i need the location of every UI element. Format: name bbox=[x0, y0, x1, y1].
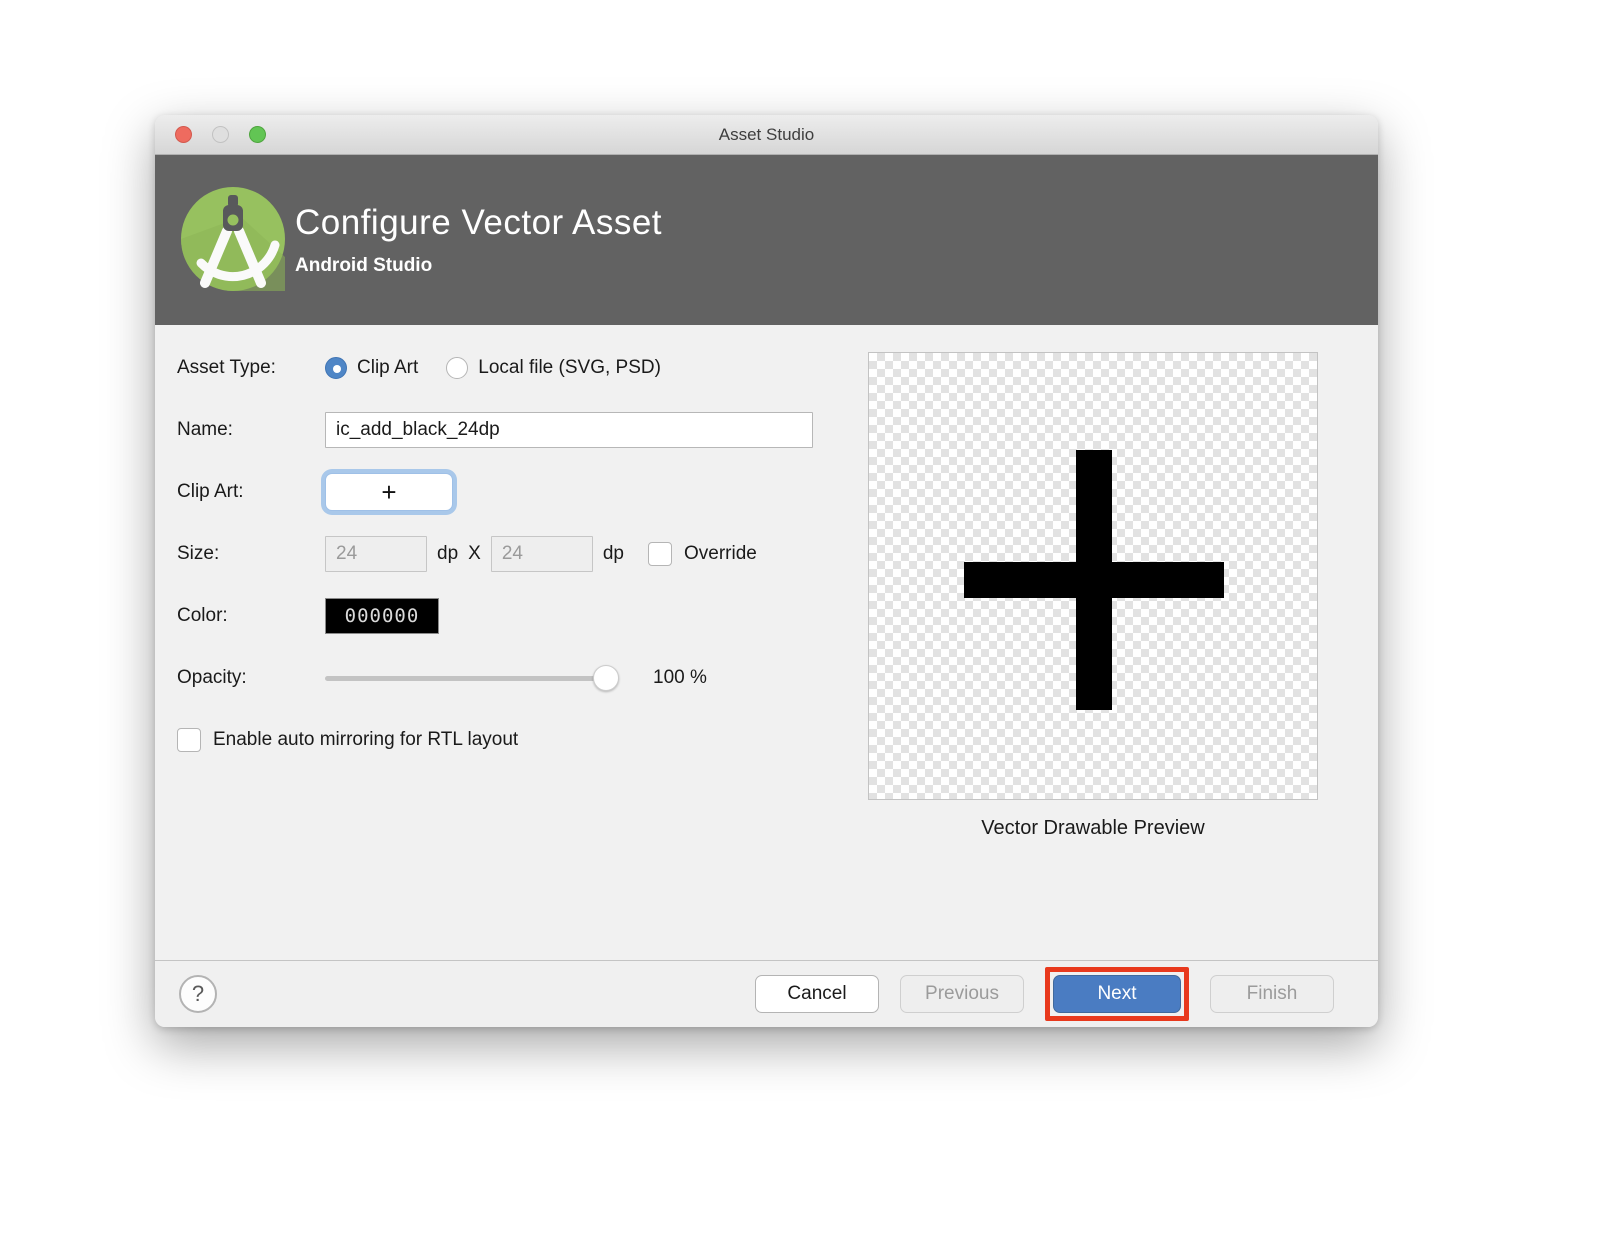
override-label: Override bbox=[684, 543, 757, 565]
name-input[interactable] bbox=[325, 412, 813, 448]
dialog-footer: ? Cancel Previous Next Finish bbox=[155, 960, 1378, 1027]
previous-button: Previous bbox=[900, 975, 1024, 1013]
window-title: Asset Studio bbox=[155, 125, 1378, 145]
size-width-input bbox=[325, 536, 427, 572]
color-swatch-button[interactable]: 000000 bbox=[325, 598, 439, 634]
name-row: Name: bbox=[177, 411, 857, 449]
asset-type-label: Asset Type: bbox=[177, 357, 325, 379]
rtl-checkbox[interactable] bbox=[177, 728, 201, 752]
dialog-title: Configure Vector Asset bbox=[295, 203, 662, 243]
finish-button: Finish bbox=[1210, 975, 1334, 1013]
question-mark-icon: ? bbox=[192, 981, 204, 1006]
preview-add-icon bbox=[869, 353, 1317, 799]
rtl-checkbox-label: Enable auto mirroring for RTL layout bbox=[213, 729, 518, 751]
size-label: Size: bbox=[177, 543, 325, 565]
size-separator: X bbox=[468, 543, 481, 565]
preview-caption: Vector Drawable Preview bbox=[868, 817, 1318, 840]
radio-local-file-label: Local file (SVG, PSD) bbox=[478, 357, 661, 379]
opacity-row: Opacity: 100 % bbox=[177, 659, 857, 697]
name-label: Name: bbox=[177, 419, 325, 441]
help-button[interactable]: ? bbox=[179, 975, 217, 1013]
wizard-header: Configure Vector Asset Android Studio bbox=[155, 155, 1378, 325]
color-label: Color: bbox=[177, 605, 325, 627]
size-row: Size: dp X dp Override bbox=[177, 535, 857, 573]
asset-type-row: Asset Type: Clip Art Local file (SVG, PS… bbox=[177, 349, 857, 387]
rtl-row: Enable auto mirroring for RTL layout bbox=[177, 721, 857, 759]
override-checkbox[interactable] bbox=[648, 542, 672, 566]
next-button[interactable]: Next bbox=[1053, 975, 1181, 1013]
dialog-content: Asset Type: Clip Art Local file (SVG, PS… bbox=[155, 325, 1378, 960]
radio-selected-icon[interactable] bbox=[325, 357, 347, 379]
android-studio-logo-icon bbox=[181, 187, 285, 291]
size-height-unit: dp bbox=[603, 543, 624, 565]
vector-preview-panel bbox=[868, 352, 1318, 800]
size-height-input bbox=[491, 536, 593, 572]
asset-studio-dialog: Asset Studio Configure Vector Asset Andr… bbox=[155, 115, 1378, 1027]
radio-unselected-icon[interactable] bbox=[446, 357, 468, 379]
clip-art-picker-button[interactable]: + bbox=[325, 473, 453, 511]
slider-thumb[interactable] bbox=[593, 665, 619, 691]
cancel-button[interactable]: Cancel bbox=[755, 975, 879, 1013]
opacity-label: Opacity: bbox=[177, 667, 325, 689]
slider-track[interactable] bbox=[325, 676, 617, 681]
plus-icon: + bbox=[381, 477, 396, 507]
opacity-slider[interactable] bbox=[325, 665, 617, 691]
radio-local-file[interactable]: Local file (SVG, PSD) bbox=[446, 357, 661, 379]
clip-art-label: Clip Art: bbox=[177, 481, 325, 503]
radio-clip-art-label: Clip Art bbox=[357, 357, 418, 379]
size-width-unit: dp bbox=[437, 543, 458, 565]
radio-clip-art[interactable]: Clip Art bbox=[325, 357, 418, 379]
color-value: 000000 bbox=[345, 605, 420, 627]
vector-asset-form: Asset Type: Clip Art Local file (SVG, PS… bbox=[177, 349, 857, 783]
dialog-subtitle: Android Studio bbox=[295, 255, 662, 277]
next-button-highlight: Next bbox=[1045, 967, 1189, 1021]
color-row: Color: 000000 bbox=[177, 597, 857, 635]
title-bar: Asset Studio bbox=[155, 115, 1378, 155]
clip-art-row: Clip Art: + bbox=[177, 473, 857, 511]
opacity-value: 100 % bbox=[653, 667, 707, 689]
